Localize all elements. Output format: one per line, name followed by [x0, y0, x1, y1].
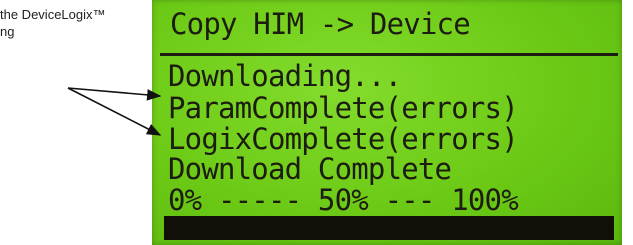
- caption-line-2: ng: [0, 24, 15, 39]
- figure: the DeviceLogix™ ng Copy HIM -> Device D…: [0, 0, 633, 245]
- title-divider: [160, 53, 618, 56]
- status-line-download-complete: Download Complete: [168, 152, 452, 186]
- status-line-downloading: Downloading...: [168, 59, 402, 93]
- caption-line-1: the DeviceLogix™: [0, 7, 106, 22]
- arrow-to-logix-complete: [67, 87, 162, 136]
- status-line-param-complete: ParamComplete(errors): [168, 91, 519, 125]
- arrow-to-param-complete: [67, 87, 162, 101]
- screen-title: Copy HIM -> Device: [170, 7, 471, 41]
- him-lcd-screen: Copy HIM -> Device Downloading... ParamC…: [152, 0, 622, 245]
- progress-bar: [164, 216, 614, 240]
- caption-text: the DeviceLogix™ ng: [0, 6, 150, 40]
- status-line-logix-complete: LogixComplete(errors): [168, 122, 519, 156]
- progress-bar-fill: [164, 216, 614, 240]
- progress-scale-label: 0% ----- 50% --- 100%: [168, 183, 519, 217]
